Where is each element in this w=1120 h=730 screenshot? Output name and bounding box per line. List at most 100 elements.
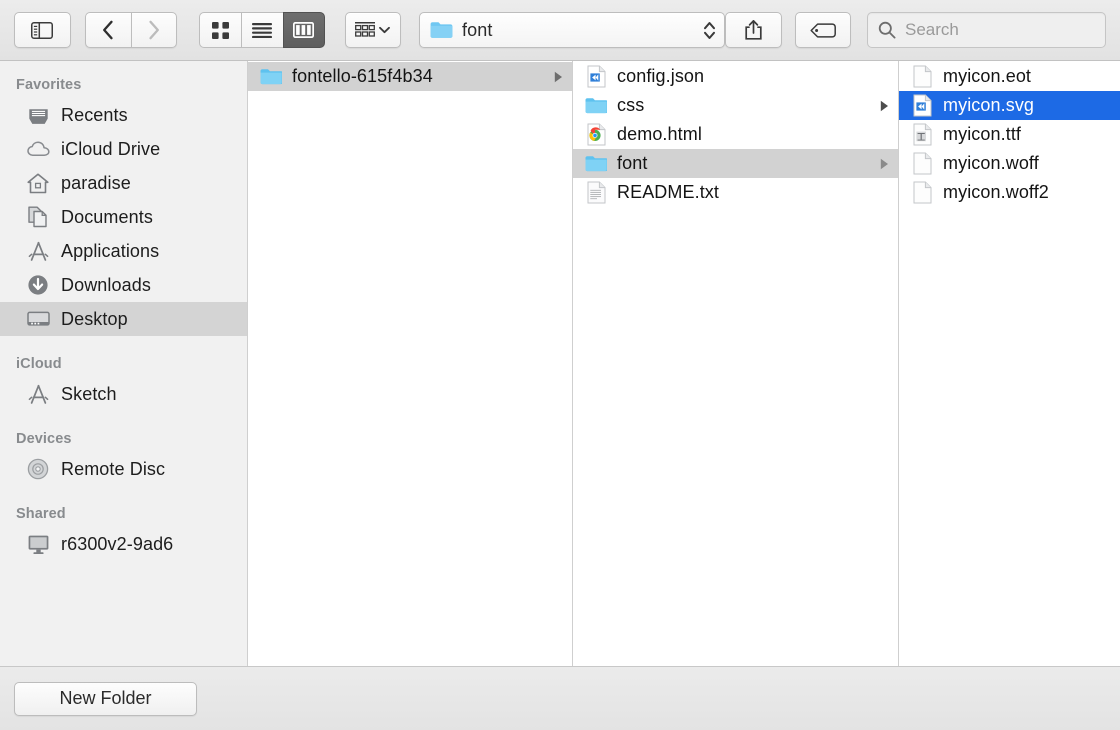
- sidebar-item-label: Documents: [61, 206, 153, 227]
- column-3: myicon.eot myicon.svg myicon.ttf myicon.…: [899, 61, 1120, 666]
- desktop-icon: [26, 307, 50, 331]
- sidebar-item-label: Applications: [61, 240, 160, 261]
- up-down-chevron-icon: [703, 20, 716, 41]
- sidebar-toggle-button[interactable]: [14, 12, 71, 48]
- sidebar-item-icloud-drive[interactable]: iCloud Drive: [0, 132, 247, 166]
- sidebar-item-label: Downloads: [61, 274, 151, 295]
- file-name: config.json: [617, 66, 705, 86]
- file-name: demo.html: [617, 124, 702, 144]
- sidebar-divider: [0, 411, 247, 425]
- chevron-right-icon: [148, 20, 160, 40]
- sidebar-item-label: r6300v2-9ad6: [61, 533, 174, 554]
- sidebar-section-header: Devices: [16, 431, 72, 447]
- file-row-font[interactable]: font: [573, 149, 898, 178]
- blank-file-icon: [911, 65, 933, 89]
- arrange-button[interactable]: [344, 12, 401, 48]
- disclosure-arrow-icon: [552, 71, 564, 83]
- file-row-demo-html[interactable]: demo.html: [573, 120, 898, 149]
- search-input[interactable]: [905, 20, 1095, 40]
- sidebar-item-downloads[interactable]: Downloads: [0, 268, 247, 302]
- column-2: config.json css demo.html font README.tx…: [573, 61, 899, 666]
- file-name: myicon.eot: [943, 66, 1032, 86]
- forward-button[interactable]: [130, 12, 177, 48]
- list-view-icon: [252, 22, 272, 38]
- navigation-buttons: [84, 12, 177, 48]
- sidebar-item-paradise[interactable]: paradise: [0, 166, 247, 200]
- file-row-myicon-woff2[interactable]: myicon.woff2: [899, 178, 1120, 207]
- font-file-icon: [911, 123, 933, 147]
- sidebar-item-remote-disc[interactable]: Remote Disc: [0, 452, 247, 486]
- content-area: Favorites Recents iCloud Drive paradise …: [0, 61, 1120, 666]
- arrange-grid-icon: [355, 22, 376, 38]
- sidebar-item-recents[interactable]: Recents: [0, 98, 247, 132]
- file-row-css[interactable]: css: [573, 91, 898, 120]
- file-name: css: [617, 95, 645, 115]
- file-name: README.txt: [617, 182, 720, 202]
- view-as-list-button[interactable]: [240, 12, 283, 48]
- folder-icon: [585, 152, 607, 176]
- column-browser: fontello-615f4b34 config.json css demo.h…: [248, 61, 1120, 666]
- code-file-icon: [585, 65, 607, 89]
- path-popup-button[interactable]: font: [419, 12, 725, 48]
- new-folder-button[interactable]: New Folder: [14, 681, 197, 716]
- chevron-down-icon: [379, 26, 391, 34]
- sidebar-item-documents[interactable]: Documents: [0, 200, 247, 234]
- file-row-myicon-woff[interactable]: myicon.woff: [899, 149, 1120, 178]
- grid-view-icon: [211, 21, 229, 39]
- sidebar-toggle-icon: [31, 21, 54, 39]
- code-file-icon: [911, 94, 933, 118]
- text-file-icon: [585, 181, 607, 205]
- back-button[interactable]: [84, 12, 131, 48]
- toolbar: font: [0, 0, 1120, 61]
- home-icon: [26, 171, 50, 195]
- folder-icon: [260, 65, 282, 89]
- tags-button[interactable]: [794, 12, 851, 48]
- file-row-fontello[interactable]: fontello-615f4b34: [248, 62, 572, 91]
- sidebar-divider: [0, 336, 247, 350]
- sidebar-item-label: iCloud Drive: [61, 138, 161, 159]
- view-as-icons-button[interactable]: [198, 12, 241, 48]
- column-1: fontello-615f4b34: [248, 61, 573, 666]
- column-view-icon: [293, 22, 314, 38]
- sidebar-item-label: Remote Disc: [61, 458, 166, 479]
- file-name: myicon.woff2: [943, 182, 1049, 202]
- sidebar-item-desktop[interactable]: Desktop: [0, 302, 247, 336]
- chrome-file-icon: [585, 123, 607, 147]
- display-icon: [26, 532, 50, 556]
- path-popup-label: font: [462, 19, 493, 40]
- chevron-left-icon: [102, 20, 114, 40]
- sidebar-item-label: Desktop: [61, 308, 128, 329]
- sidebar-item-r6300v2-9ad6[interactable]: r6300v2-9ad6: [0, 527, 247, 561]
- cloud-icon: [26, 137, 50, 161]
- file-name: font: [617, 153, 648, 173]
- file-row-config-json[interactable]: config.json: [573, 62, 898, 91]
- sidebar-item-sketch[interactable]: Sketch: [0, 377, 247, 411]
- folder-icon: [585, 94, 607, 118]
- share-button[interactable]: [725, 12, 782, 48]
- search-icon: [878, 21, 896, 39]
- file-row-readme-txt[interactable]: README.txt: [573, 178, 898, 207]
- file-name: myicon.ttf: [943, 124, 1022, 144]
- sidebar-section-header: Favorites: [16, 77, 82, 93]
- sidebar: Favorites Recents iCloud Drive paradise …: [0, 61, 248, 666]
- view-mode-segmented-control: [198, 12, 325, 48]
- view-as-columns-button[interactable]: [282, 12, 325, 48]
- bottom-bar: New Folder: [0, 666, 1120, 730]
- disclosure-arrow-icon: [878, 100, 890, 112]
- sidebar-section-header: Shared: [16, 506, 66, 522]
- disc-icon: [26, 457, 50, 481]
- file-row-myicon-eot[interactable]: myicon.eot: [899, 62, 1120, 91]
- search-field[interactable]: [867, 12, 1106, 48]
- documents-icon: [26, 205, 50, 229]
- file-name: myicon.woff: [943, 153, 1039, 173]
- file-name: fontello-615f4b34: [292, 66, 433, 86]
- sidebar-section-header: iCloud: [16, 356, 62, 372]
- applications-icon: [26, 382, 50, 406]
- file-row-myicon-svg[interactable]: myicon.svg: [899, 91, 1120, 120]
- file-row-myicon-ttf[interactable]: myicon.ttf: [899, 120, 1120, 149]
- sidebar-item-label: Sketch: [61, 383, 117, 404]
- sidebar-item-applications[interactable]: Applications: [0, 234, 247, 268]
- disclosure-arrow-icon: [878, 158, 890, 170]
- finder-window: font Search Favorites Recents iCloud Dri…: [0, 0, 1120, 730]
- blank-file-icon: [911, 181, 933, 205]
